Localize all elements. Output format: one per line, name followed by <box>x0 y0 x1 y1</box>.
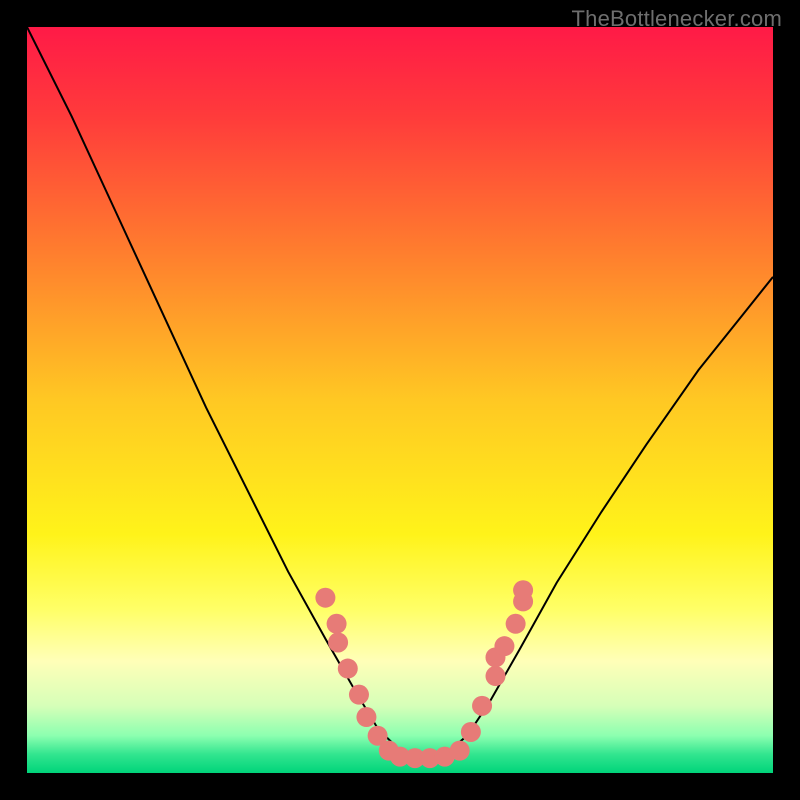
data-marker <box>349 685 369 705</box>
data-marker <box>461 722 481 742</box>
data-marker <box>472 696 492 716</box>
data-marker <box>485 666 505 686</box>
data-marker <box>356 707 376 727</box>
chart-background <box>27 27 773 773</box>
data-marker <box>338 659 358 679</box>
data-marker <box>315 588 335 608</box>
data-marker <box>327 614 347 634</box>
data-marker <box>513 580 533 600</box>
data-marker <box>328 632 348 652</box>
data-marker <box>506 614 526 634</box>
data-marker <box>494 636 514 656</box>
bottleneck-chart <box>27 27 773 773</box>
data-marker <box>450 741 470 761</box>
attribution-label: TheBottlenecker.com <box>572 6 782 32</box>
chart-container: TheBottlenecker.com <box>0 0 800 800</box>
